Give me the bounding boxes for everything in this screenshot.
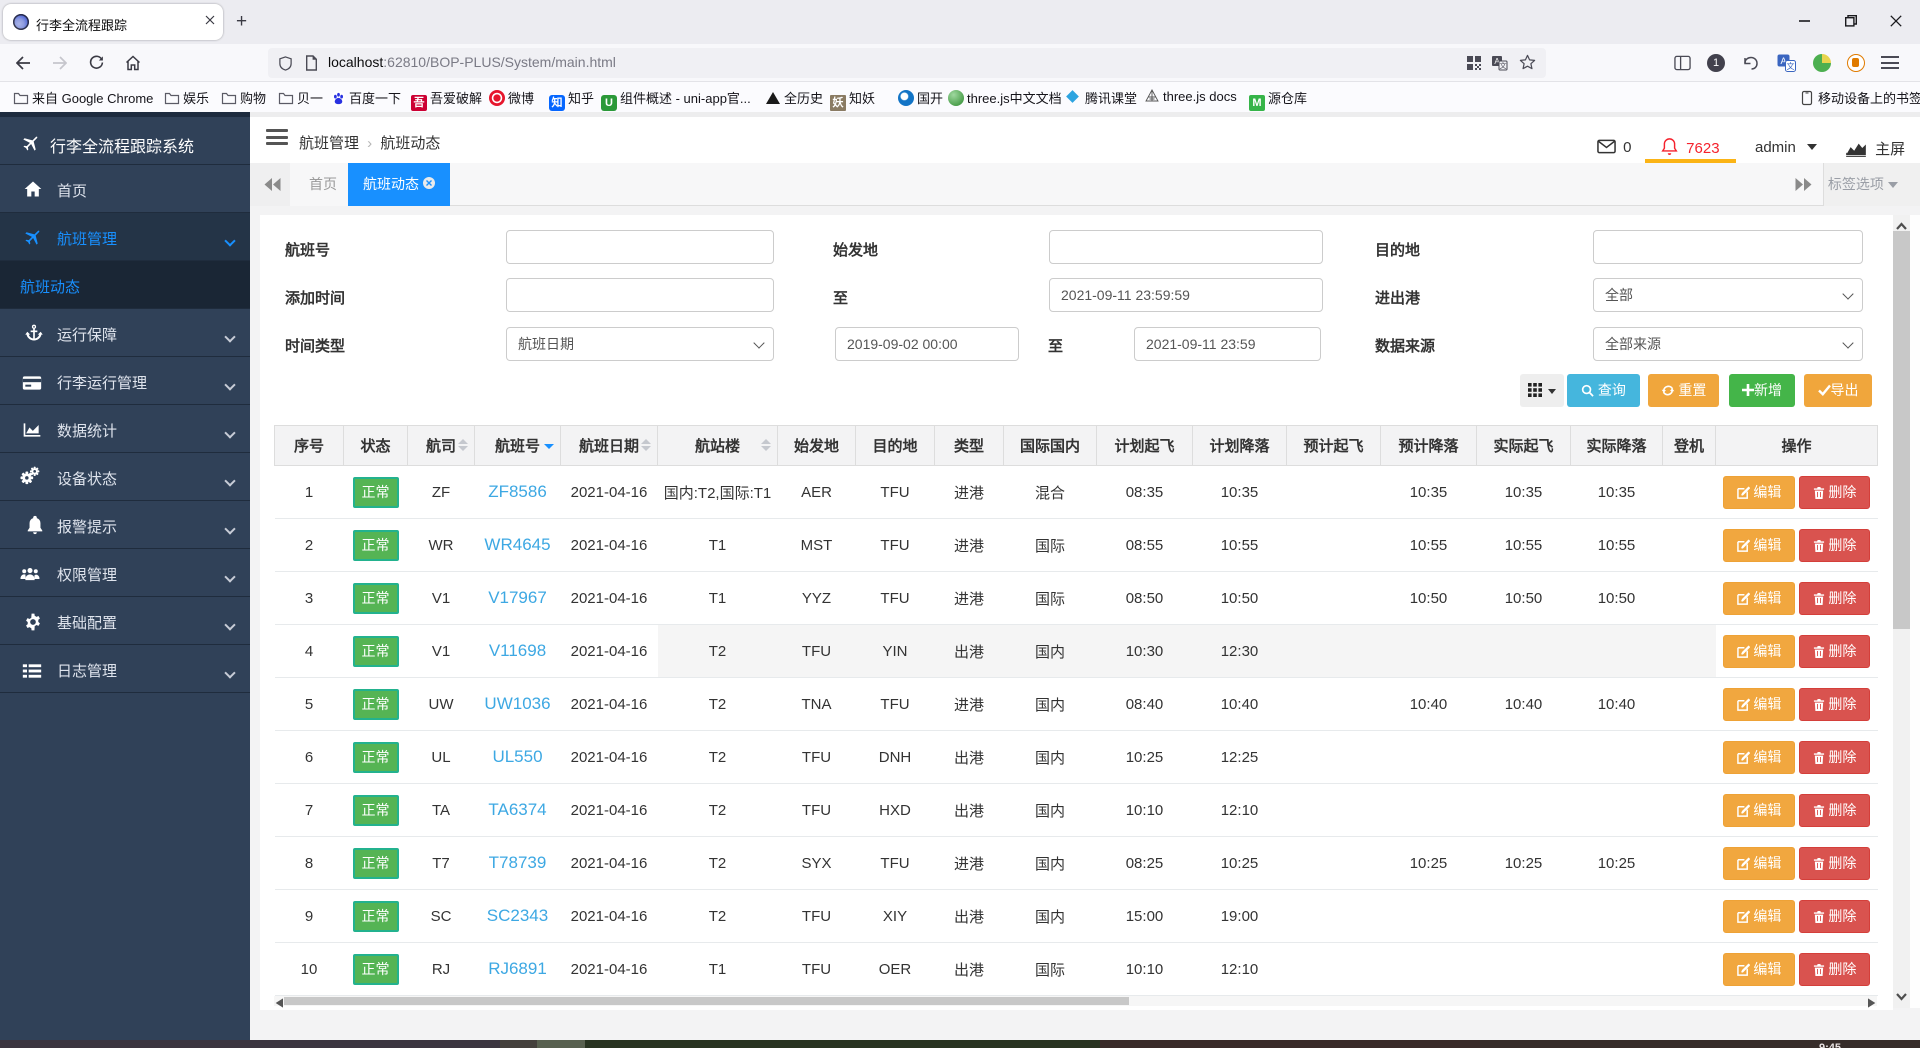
svg-text:文: 文 [1500, 61, 1507, 70]
svg-text:文: 文 [1787, 61, 1795, 71]
